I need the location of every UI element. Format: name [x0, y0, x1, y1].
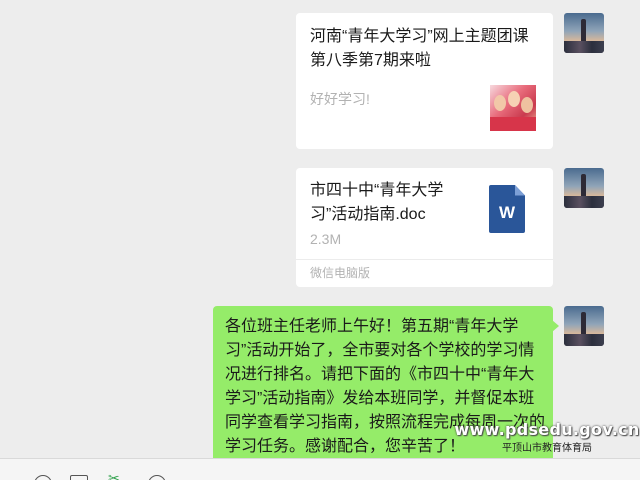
sender-avatar[interactable]	[564, 168, 604, 208]
input-toolbar: ✂	[0, 458, 640, 480]
file-size: 2.3M	[310, 231, 342, 247]
chat-history-icon[interactable]	[148, 475, 166, 480]
bubble-tail	[552, 320, 559, 332]
file-source-label: 微信电脑版	[310, 266, 371, 280]
link-card-thumbnail	[490, 85, 536, 131]
sender-avatar[interactable]	[564, 13, 604, 53]
watermark-url: www.pdsedu.gov.cn	[454, 420, 640, 439]
word-doc-letter: W	[498, 203, 516, 222]
file-name: 市四十中“青年大学习”活动指南.doc	[310, 182, 444, 223]
watermark: www.pdsedu.gov.cn 平顶山市教育体育局	[454, 420, 640, 454]
doc-fold-corner	[515, 185, 525, 196]
file-message-card[interactable]: 市四十中“青年大学习”活动指南.doc 2.3M W 微信电脑版	[296, 168, 553, 287]
watermark-org: 平顶山市教育体育局	[502, 443, 592, 454]
link-message-card[interactable]: 河南“青年大学习”网上主题团课第八季第7期来啦 好好学习!	[296, 13, 553, 149]
emoji-icon[interactable]	[34, 475, 52, 480]
sender-avatar[interactable]	[564, 306, 604, 346]
screenshot-icon[interactable]: ✂	[108, 471, 126, 480]
link-card-description: 好好学习!	[310, 91, 370, 107]
card-divider	[296, 259, 553, 260]
folder-icon[interactable]	[70, 475, 88, 480]
link-card-title: 河南“青年大学习”网上主题团课第八季第7期来啦	[310, 28, 529, 69]
chat-message-area[interactable]: 河南“青年大学习”网上主题团课第八季第7期来啦 好好学习! 市四十中“青年大学习…	[0, 0, 640, 458]
